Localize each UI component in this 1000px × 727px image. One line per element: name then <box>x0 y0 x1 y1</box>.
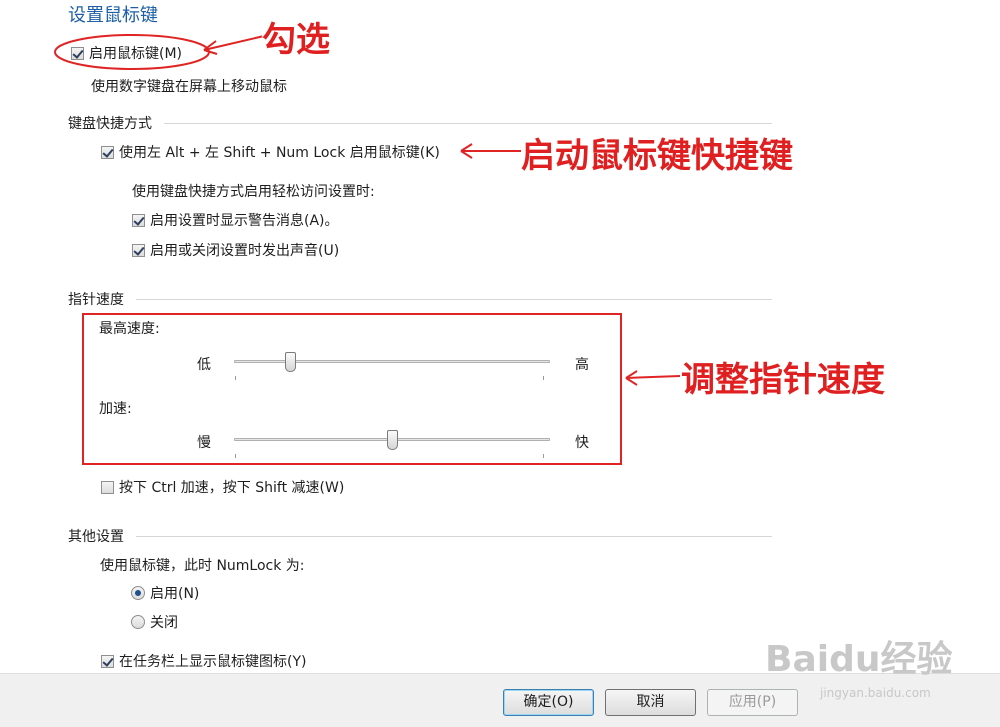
annotation-shortcut: 启动鼠标键快捷键 <box>521 136 793 176</box>
alt-shift-numlock-label[interactable]: 使用左 Alt + 左 Shift + Num Lock 启用鼠标键(K) <box>119 142 440 162</box>
section-keyboard-shortcut: 键盘快捷方式 <box>68 116 152 132</box>
enable-mouse-keys-description: 使用数字键盘在屏幕上移动鼠标 <box>91 79 287 95</box>
top-speed-min-label: 低 <box>197 357 211 373</box>
top-speed-slider-thumb[interactable] <box>285 352 296 372</box>
taskbar-icon-label[interactable]: 在任务栏上显示鼠标键图标(Y) <box>119 651 306 671</box>
annotation-check: 勾选 <box>262 20 330 60</box>
slider-tick <box>235 454 236 458</box>
page-title: 设置鼠标键 <box>68 5 158 26</box>
taskbar-icon-checkbox[interactable] <box>101 655 114 668</box>
keyboard-shortcut-subheading: 使用键盘快捷方式启用轻松访问设置时: <box>132 184 375 200</box>
section-other-settings: 其他设置 <box>68 529 124 545</box>
make-sound-label[interactable]: 启用或关闭设置时发出声音(U) <box>150 240 339 260</box>
ctrl-shift-checkbox[interactable] <box>101 481 114 494</box>
top-speed-slider-track[interactable] <box>234 360 550 363</box>
annotation-speed: 调整指针速度 <box>681 360 885 400</box>
ok-button[interactable]: 确定(O) <box>503 689 594 716</box>
slider-tick <box>543 376 544 380</box>
show-warning-checkbox[interactable] <box>132 214 145 227</box>
slider-tick <box>543 454 544 458</box>
speed-highlight-box <box>82 313 622 465</box>
check-highlight-ellipse <box>54 34 210 70</box>
watermark-url: jingyan.baidu.com <box>820 686 931 700</box>
annotation-arrow-speed <box>625 370 681 386</box>
show-warning-label[interactable]: 启用设置时显示警告消息(A)。 <box>150 210 339 230</box>
annotation-arrow-shortcut <box>460 143 521 159</box>
ctrl-shift-label[interactable]: 按下 Ctrl 加速，按下 Shift 减速(W) <box>119 477 344 497</box>
watermark-logo: Baidu经验 <box>765 639 953 680</box>
make-sound-checkbox[interactable] <box>132 244 145 257</box>
section-pointer-speed: 指针速度 <box>68 292 124 308</box>
numlock-on-label[interactable]: 启用(N) <box>150 583 199 603</box>
top-speed-max-label: 高 <box>575 357 589 373</box>
separator <box>136 299 772 300</box>
numlock-off-radio[interactable] <box>131 615 145 629</box>
annotation-arrow-check <box>203 35 265 55</box>
separator <box>136 536 772 537</box>
acceleration-slider-thumb[interactable] <box>387 430 398 450</box>
separator <box>164 123 772 124</box>
cancel-button[interactable]: 取消 <box>605 689 696 716</box>
apply-button[interactable]: 应用(P) <box>707 689 798 716</box>
acceleration-min-label: 慢 <box>197 435 211 451</box>
numlock-label: 使用鼠标键，此时 NumLock 为: <box>100 558 305 574</box>
numlock-off-label[interactable]: 关闭 <box>150 612 178 632</box>
acceleration-label: 加速: <box>99 401 132 417</box>
alt-shift-numlock-checkbox[interactable] <box>101 146 114 159</box>
top-speed-label: 最高速度: <box>99 321 160 337</box>
acceleration-max-label: 快 <box>575 435 589 451</box>
numlock-on-radio[interactable] <box>131 586 145 600</box>
slider-tick <box>235 376 236 380</box>
